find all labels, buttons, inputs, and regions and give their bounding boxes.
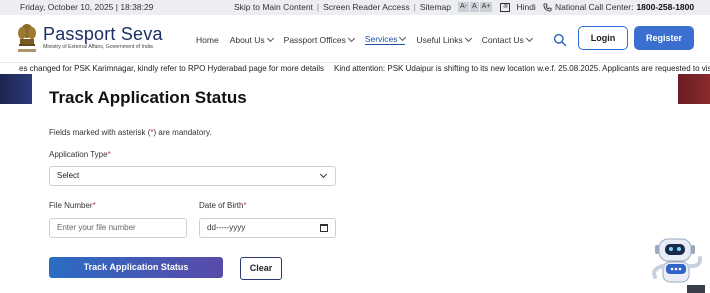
- font-normal-button[interactable]: A: [470, 2, 479, 12]
- top-utility-bar: Friday, October 10, 2025 | 18:38:29 Skip…: [0, 0, 710, 15]
- nav-contact-us[interactable]: Contact Us: [481, 34, 533, 45]
- chevron-down-icon: [319, 170, 328, 179]
- nav-passport-offices-label: Passport Offices: [283, 34, 346, 45]
- call-center-label: National Call Center:: [555, 2, 634, 12]
- nav-about-us[interactable]: About Us: [229, 34, 274, 45]
- date-of-birth-input[interactable]: dd-----yyyy: [199, 218, 336, 238]
- font-increase-button[interactable]: A+: [479, 2, 493, 12]
- file-number-input[interactable]: Enter your file number: [49, 218, 187, 238]
- phone-icon: [543, 2, 552, 12]
- track-status-card: Track Application Status Fields marked w…: [32, 74, 678, 293]
- label-text: Date of Birth: [199, 201, 244, 210]
- site-header: Passport Seva Ministry of External Affai…: [0, 15, 710, 62]
- application-type-label: Application Type*: [49, 150, 111, 159]
- calendar-icon[interactable]: [320, 224, 328, 232]
- label-text: File Number: [49, 201, 93, 210]
- search-icon[interactable]: [553, 33, 567, 47]
- clear-button[interactable]: Clear: [240, 257, 282, 280]
- nav-about-us-label: About Us: [229, 34, 265, 45]
- nav-home-label: Home: [196, 34, 219, 45]
- nav-services-label: Services: [364, 34, 398, 44]
- nav-services[interactable]: Services: [364, 33, 407, 45]
- main-nav: Home About Us Passport Offices Services …: [196, 33, 533, 45]
- required-asterisk: *: [107, 150, 111, 159]
- screen-reader-link[interactable]: Screen Reader Access: [323, 2, 409, 12]
- date-time: Friday, October 10, 2025 | 18:38:29: [20, 2, 154, 12]
- placeholder-text: Enter your file number: [57, 223, 136, 232]
- application-type-select[interactable]: Select: [49, 166, 336, 186]
- required-asterisk: *: [92, 201, 96, 210]
- skip-to-main-link[interactable]: Skip to Main Content: [234, 2, 313, 12]
- chevron-down-icon: [266, 34, 274, 42]
- brand-subtitle: Ministry of External Affairs, Government…: [43, 44, 153, 50]
- nav-passport-offices[interactable]: Passport Offices: [283, 34, 355, 45]
- nav-contact-us-label: Contact Us: [481, 34, 524, 45]
- call-center: National Call Center: 1800-258-1800: [543, 2, 694, 12]
- separator: |: [413, 2, 416, 12]
- font-size-controls: A- A A+: [458, 2, 493, 12]
- national-emblem-icon: [18, 24, 36, 52]
- note-text: Fields marked with asterisk (: [49, 128, 151, 137]
- select-value: Select: [57, 171, 80, 180]
- label-text: Application Type: [49, 150, 108, 159]
- nav-useful-links[interactable]: Useful Links: [416, 34, 472, 45]
- date-value: dd-----yyyy: [207, 223, 246, 232]
- utility-links: Skip to Main Content | Screen Reader Acc…: [234, 2, 536, 12]
- page-title: Track Application Status: [49, 88, 247, 107]
- chevron-down-icon: [347, 34, 355, 42]
- date-of-birth-label: Date of Birth*: [199, 201, 247, 210]
- chevron-down-icon: [525, 34, 533, 42]
- ticker-message[interactable]: Kind attention: PSK Udaipur is shifting …: [334, 64, 710, 73]
- chatbot-icon[interactable]: [645, 233, 707, 293]
- chevron-down-icon: [464, 34, 472, 42]
- register-button[interactable]: Register: [634, 26, 694, 50]
- banner-right-band: [678, 74, 710, 104]
- mandatory-note: Fields marked with asterisk (*) are mand…: [49, 128, 212, 137]
- chevron-down-icon: [399, 33, 407, 42]
- note-text: ) are mandatory.: [153, 128, 212, 137]
- call-center-number: 1800-258-1800: [636, 2, 695, 12]
- track-application-button[interactable]: Track Application Status: [49, 257, 223, 278]
- brand-name: Passport Seva: [43, 24, 163, 44]
- file-number-label: File Number*: [49, 201, 96, 210]
- sitemap-link[interactable]: Sitemap: [420, 2, 451, 12]
- brand[interactable]: Passport Seva Ministry of External Affai…: [43, 24, 163, 50]
- hindi-link[interactable]: Hindi: [516, 2, 535, 12]
- required-asterisk: *: [243, 201, 247, 210]
- separator: |: [316, 2, 320, 12]
- ticker-message[interactable]: es changed for PSK Karimnagar, kindly re…: [19, 64, 324, 73]
- login-button[interactable]: Login: [578, 26, 628, 50]
- font-decrease-button[interactable]: A-: [458, 2, 469, 12]
- news-ticker: es changed for PSK Karimnagar, kindly re…: [0, 62, 710, 74]
- nav-useful-links-label: Useful Links: [416, 34, 463, 45]
- language-icon: अ: [500, 2, 511, 12]
- nav-home[interactable]: Home: [196, 34, 219, 45]
- banner-left-band: [0, 74, 32, 104]
